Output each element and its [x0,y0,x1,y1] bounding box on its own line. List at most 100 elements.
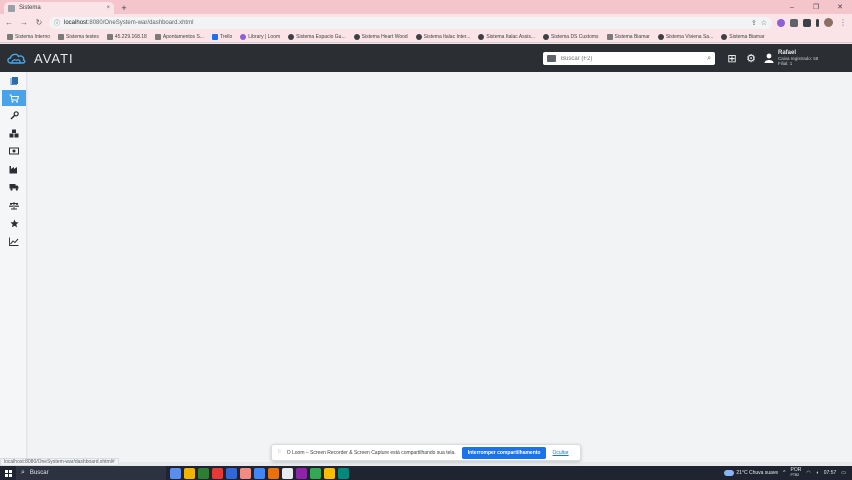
clock[interactable]: 07:57 [824,470,837,476]
globe-icon [721,33,728,40]
new-window-icon[interactable]: ⊞ [726,52,738,65]
global-search[interactable]: ⌕ [543,52,715,65]
bookmark-label: Sistema Viviena Sa... [665,33,714,40]
browser-tab-strip: Sistema × + – ❐ ✕ [0,0,852,14]
back-arrow-icon[interactable]: ← [4,18,14,28]
bookmark-item[interactable]: Sistema Biamar [718,33,767,40]
bookmark-star-icon[interactable]: ☆ [761,19,767,27]
taskbar-app-icon[interactable] [310,467,321,479]
sidebar-item-favorites[interactable] [2,215,26,231]
taskbar-app-icon[interactable] [170,467,181,479]
bookmark-label: Sistema DS Customs [551,33,599,40]
taskbar-app-icon[interactable] [254,467,265,479]
taskbar-app-icon[interactable] [268,467,279,479]
sidebar-panel-icon[interactable] [803,18,811,27]
taskbar-app-icon[interactable] [184,467,195,479]
bookmark-item[interactable]: Sistema Italac Assis... [475,33,538,40]
bookmark-item[interactable]: Library | Loom [237,33,283,40]
close-window-button[interactable]: ✕ [828,0,852,14]
folder-icon [154,33,161,40]
volume-icon[interactable]: ◖ [816,470,819,476]
start-button[interactable] [0,466,16,480]
sidebar-item-stock[interactable] [2,125,26,141]
bookmark-item[interactable]: Sistema Heart Wood [351,33,411,40]
windows-taskbar: ⌕ Buscar 21°C Chuva suave ^ POR PTB2 ◠ ◖… [0,466,852,480]
bookmark-item[interactable]: Sistema Biamar [604,33,653,40]
sidebar-item-tools[interactable] [2,107,26,123]
bookmark-item[interactable]: Sistema DS Customs [540,33,602,40]
user-branch: Filial: 1 [778,61,793,66]
user-icon[interactable] [763,52,775,64]
hide-link[interactable]: Ocultar [552,450,568,456]
taskbar-app-icon[interactable] [226,467,237,479]
stop-sharing-button[interactable]: Interromper compartilhamento [461,446,547,459]
sidebar-item-reports[interactable] [2,233,26,249]
bookmark-label: Sistema Interno [15,33,51,40]
sidebar-item-finance[interactable] [2,143,26,159]
profile-avatar[interactable] [824,18,833,27]
bookmarks-bar: Sistema Interno Sistema testes 45.229.168.… [0,31,852,43]
bookmark-item[interactable]: Sistema Espacio Gu... [285,33,348,40]
sidebar-item-sales[interactable] [2,90,26,106]
puzzle-extension-icon[interactable] [790,18,798,27]
sidebar-item-fiscal[interactable] [2,197,26,213]
forward-arrow-icon[interactable]: → [19,18,29,28]
sidebar-item-dashboard[interactable] [2,72,26,88]
wrench-icon [9,110,19,120]
bookmark-label: 45.229.168.18 [114,33,147,40]
sidebar-item-shipping[interactable] [2,179,26,195]
taskbar-search[interactable]: ⌕ Buscar [16,466,166,480]
tab-close-icon[interactable]: × [106,5,110,11]
sidebar-item-industry[interactable] [2,161,26,177]
bookmark-label: Sistema Espacio Gu... [296,33,346,40]
user-info[interactable]: Rafael Caixa registrado: 58 Filial: 1 [778,50,818,66]
url-text[interactable]: localhost:8080/OneSystem-war/dashboard.x… [64,20,747,26]
sidebar [0,72,27,462]
bookmark-item[interactable]: Trello [209,33,235,40]
drag-handle-icon[interactable]: ⦙⦙ [278,449,281,456]
system-tray: 21°C Chuva suave ^ POR PTB2 ◠ ◖ 07:57 ▭ [724,468,852,478]
search-icon[interactable]: ⌕ [707,55,711,63]
search-input[interactable] [561,55,703,62]
app-logo[interactable]: AVATI [6,51,74,66]
browser-tab[interactable]: Sistema × [4,2,114,14]
bookmark-item[interactable]: Apontamentos S... [152,33,207,40]
taskbar-app-icon[interactable] [324,467,335,479]
new-tab-button[interactable]: + [118,2,130,14]
reload-icon[interactable]: ↻ [34,18,44,28]
weather-text: 21°C Chuva suave [736,470,779,476]
tray-chevron-icon[interactable]: ^ [783,470,785,476]
taskbar-app-icon[interactable] [198,467,209,479]
address-bar[interactable]: ⓘ localhost:8080/OneSystem-war/dashboard… [49,16,772,29]
minimize-button[interactable]: – [780,0,804,14]
bookmark-item[interactable]: Sistema testes [55,33,102,40]
taskbar-app-icon[interactable] [212,467,223,479]
taskbar-app-icon[interactable] [282,467,293,479]
bookmark-item[interactable]: Sistema Italac Inter... [413,33,474,40]
language-indicator[interactable]: POR PTB2 [791,468,802,478]
bookmark-item[interactable]: Sistema Viviena Sa... [655,33,716,40]
menu-kebab-icon[interactable]: ⋮ [838,18,848,28]
globe-icon [288,33,295,40]
folder-icon [106,33,113,40]
maximize-button[interactable]: ❐ [804,0,828,14]
bookmark-label: Library | Loom [248,33,281,40]
taskbar-app-icon[interactable] [296,467,307,479]
windows-logo-icon [4,469,12,477]
share-icon[interactable]: ⇪ [751,19,757,27]
gear-icon[interactable]: ⚙ [745,52,757,65]
bookmark-item[interactable]: Sistema Interno [4,33,53,40]
globe-icon [543,33,549,40]
info-icon[interactable]: ⓘ [54,18,60,27]
wifi-icon[interactable]: ◠ [806,470,810,476]
tab-title: Sistema [19,5,41,11]
taskbar-app-icon[interactable] [338,467,349,479]
bookmark-item[interactable]: 45.229.168.18 [104,33,150,40]
bookmark-label: Trello [219,33,233,40]
taskbar-app-icon[interactable] [240,467,251,479]
bookmark-label: Sistema Heart Wood [361,33,408,40]
loom-extension-icon[interactable] [777,18,785,27]
notification-icon[interactable]: ▭ [841,470,846,476]
split-view-icon[interactable] [816,18,819,27]
weather-widget[interactable]: 21°C Chuva suave [724,470,778,476]
